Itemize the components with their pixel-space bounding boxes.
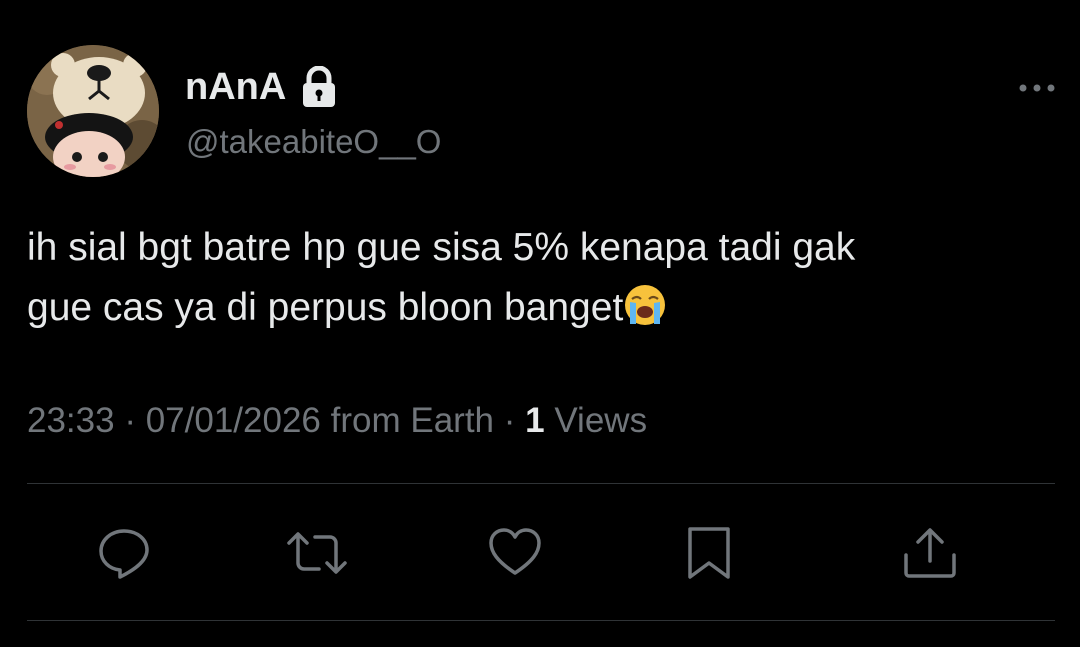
bookmark-button[interactable] xyxy=(684,525,740,581)
avatar[interactable] xyxy=(27,45,159,177)
divider-bottom xyxy=(27,620,1055,621)
tweet-source: from Earth xyxy=(330,401,495,440)
reply-button[interactable] xyxy=(96,525,152,581)
display-name-text[interactable]: nAnA xyxy=(185,65,286,109)
author-handle[interactable]: @takeabiteO__O xyxy=(186,122,441,162)
share-button[interactable] xyxy=(902,525,958,581)
tweet-meta: 23:33 · 07/01/2026 from Earth · 1 Views xyxy=(27,399,647,443)
meta-separator: · xyxy=(503,401,516,440)
views-count[interactable]: 1 xyxy=(525,401,544,440)
views-label[interactable]: Views xyxy=(554,401,647,440)
lock-icon xyxy=(300,65,338,108)
retweet-icon xyxy=(285,525,347,581)
tweet-text: ih sial bgt batre hp gue sisa 5% kenapa … xyxy=(27,218,1047,338)
more-icon[interactable] xyxy=(1015,78,1059,98)
retweet-button[interactable] xyxy=(285,525,347,581)
loudly-crying-face-icon xyxy=(624,284,666,326)
bookmark-icon xyxy=(684,525,740,581)
tweet-text-line-2: gue cas ya di perpus bloon banget xyxy=(27,286,624,329)
tweet-time[interactable]: 23:33 xyxy=(27,401,115,440)
heart-icon xyxy=(487,525,543,581)
tweet-date[interactable]: 07/01/2026 xyxy=(146,401,321,440)
tweet-text-line-1: ih sial bgt batre hp gue sisa 5% kenapa … xyxy=(27,226,856,269)
share-icon xyxy=(902,525,958,581)
divider-top xyxy=(27,483,1055,484)
like-button[interactable] xyxy=(487,525,543,581)
reply-icon xyxy=(96,525,152,581)
avatar-image xyxy=(27,45,159,177)
meta-separator: · xyxy=(124,401,136,440)
author-display-name[interactable]: nAnA xyxy=(185,65,338,109)
